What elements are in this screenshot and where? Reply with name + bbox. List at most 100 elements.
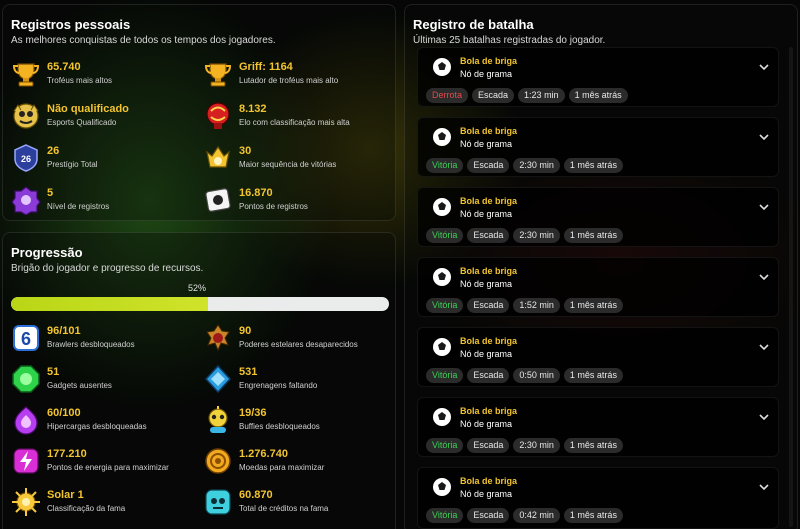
progress-item: 531 Engrenagens faltando <box>203 364 393 398</box>
battle-mode: Bola de briga <box>460 196 518 206</box>
progress-label: Buffies desbloqueados <box>239 422 320 431</box>
progress-item: 19/36 Buffies desbloqueados <box>203 405 393 439</box>
battle-entry[interactable]: Bola de briga Nó de grama Vitória Escada… <box>417 187 779 247</box>
battle-entry[interactable]: Bola de briga Nó de grama Vitória Escada… <box>417 117 779 177</box>
progress-label: Poderes estelares desaparecidos <box>239 340 358 349</box>
progress-value: 90 <box>239 325 252 337</box>
record-label: Troféus mais altos <box>47 76 113 85</box>
progress-title: Progressão <box>11 245 83 260</box>
chevron-down-icon[interactable] <box>758 202 770 212</box>
battle-type-badge: Escada <box>467 368 510 383</box>
battle-result-badge: Vitória <box>426 228 464 243</box>
personal-records-panel: Registros pessoais As melhores conquista… <box>2 4 396 221</box>
battle-entry[interactable]: Bola de briga Nó de grama Derrota Escada… <box>417 47 779 107</box>
progress-bar-fill <box>11 297 208 311</box>
record-item: Não qualificado Esports Qualificado <box>11 101 201 135</box>
progress-value: 60.870 <box>239 489 273 501</box>
record-value: 8.132 <box>239 103 267 115</box>
battle-mode: Bola de briga <box>460 476 518 486</box>
brawl-ball-icon <box>433 198 451 216</box>
hypercharge-icon <box>14 406 38 435</box>
battle-log-scrollbar[interactable] <box>789 47 793 527</box>
progress-value: Solar 1 <box>47 489 84 501</box>
brawl-ball-icon <box>433 338 451 356</box>
battle-log-panel: Registro de batalha Últimas 25 batalhas … <box>404 4 798 529</box>
chevron-down-icon[interactable] <box>758 482 770 492</box>
record-label: Prestígio Total <box>47 160 98 169</box>
chevron-down-icon[interactable] <box>758 412 770 422</box>
record-label: Nível de registros <box>47 202 110 211</box>
progress-value: 1.276.740 <box>239 448 288 460</box>
record-value: 26 <box>47 145 60 157</box>
battle-type-badge: Escada <box>467 298 510 313</box>
battle-duration-badge: 0:50 min <box>513 368 560 383</box>
progress-label: Hipercargas desbloqueadas <box>47 422 147 431</box>
record-value: Griff: 1164 <box>239 61 293 73</box>
battle-map: Nó de grama <box>460 349 513 359</box>
esports-icon <box>13 103 39 129</box>
battle-map: Nó de grama <box>460 139 513 149</box>
chevron-down-icon[interactable] <box>758 62 770 72</box>
brawl-ball-icon <box>433 408 451 426</box>
battle-entry[interactable]: Bola de briga Nó de grama Vitória Escada… <box>417 467 779 529</box>
battle-mode: Bola de briga <box>460 126 518 136</box>
record-label: Lutador de troféus mais alto <box>239 76 339 85</box>
battle-mode: Bola de briga <box>460 266 518 276</box>
svg-text:6: 6 <box>21 329 31 349</box>
progress-label: Moedas para maximizar <box>239 463 325 472</box>
battle-map: Nó de grama <box>460 419 513 429</box>
fame-credits-icon <box>205 489 231 515</box>
battle-log-title: Registro de batalha <box>413 17 534 32</box>
battle-duration-badge: 0:42 min <box>513 508 560 523</box>
record-item: 5 Nível de registros <box>11 185 201 219</box>
progress-value: 51 <box>47 366 60 378</box>
record-label: Pontos de registros <box>239 202 308 211</box>
record-value: 5 <box>47 187 54 199</box>
record-value: 30 <box>239 145 252 157</box>
record-item: 16.870 Pontos de registros <box>203 185 393 219</box>
progress-item: 51 Gadgets ausentes <box>11 364 201 398</box>
record-item: 30 Maior sequência de vitórias <box>203 143 393 177</box>
progress-label: Brawlers desbloqueados <box>47 340 135 349</box>
prestige-icon: 26 <box>14 144 38 172</box>
record-item: 65.740 Troféus mais altos <box>11 59 201 93</box>
progress-item: 6 96/101 Brawlers desbloqueados <box>11 323 201 357</box>
battle-result-badge: Vitória <box>426 158 464 173</box>
battle-time-badge: 1 mês atrás <box>563 438 623 453</box>
trophy-icon <box>12 63 40 87</box>
progress-item: 90 Poderes estelares desaparecidos <box>203 323 393 357</box>
brawl-ball-icon <box>433 478 451 496</box>
battle-result-badge: Vitória <box>426 438 464 453</box>
battle-time-badge: 1 mês atrás <box>563 158 623 173</box>
win-streak-icon <box>206 145 230 168</box>
battle-result-badge: Vitória <box>426 368 464 383</box>
battle-result-badge: Vitória <box>426 508 464 523</box>
battle-duration-badge: 1:23 min <box>518 88 565 103</box>
battle-time-badge: 1 mês atrás <box>563 368 623 383</box>
battle-result-badge: Derrota <box>426 88 469 103</box>
progress-value: 177.210 <box>47 448 87 460</box>
progress-item: 60/100 Hipercargas desbloqueadas <box>11 405 201 439</box>
battle-type-badge: Escada <box>467 438 510 453</box>
record-value: 16.870 <box>239 187 273 199</box>
progress-label: Gadgets ausentes <box>47 381 112 390</box>
battle-entry[interactable]: Bola de briga Nó de grama Vitória Escada… <box>417 257 779 317</box>
chevron-down-icon[interactable] <box>758 272 770 282</box>
record-label: Maior sequência de vitórias <box>239 160 337 169</box>
record-item: Griff: 1164 Lutador de troféus mais alto <box>203 59 393 93</box>
records-title: Registros pessoais <box>11 17 131 32</box>
battle-duration-badge: 2:30 min <box>513 158 560 173</box>
star-power-icon <box>206 324 230 352</box>
battle-map: Nó de grama <box>460 489 513 499</box>
chevron-down-icon[interactable] <box>758 132 770 142</box>
records-points-icon <box>205 188 231 212</box>
battle-map: Nó de grama <box>460 209 513 219</box>
brawl-ball-icon <box>433 268 451 286</box>
battle-entry[interactable]: Bola de briga Nó de grama Vitória Escada… <box>417 397 779 457</box>
battle-time-badge: 1 mês atrás <box>563 508 623 523</box>
battle-result-badge: Vitória <box>426 298 464 313</box>
battle-entry[interactable]: Bola de briga Nó de grama Vitória Escada… <box>417 327 779 387</box>
svg-text:26: 26 <box>21 154 31 164</box>
battle-type-badge: Escada <box>467 158 510 173</box>
chevron-down-icon[interactable] <box>758 342 770 352</box>
